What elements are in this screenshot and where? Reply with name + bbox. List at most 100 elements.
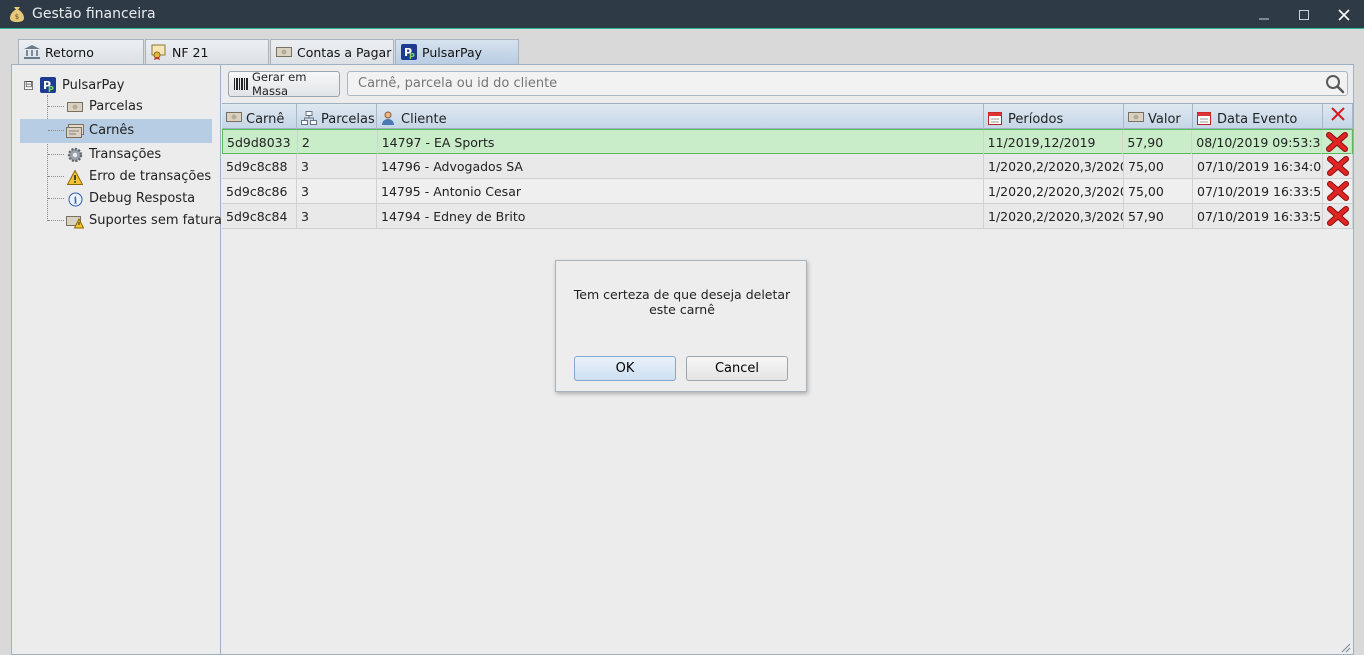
svg-text:P: P [409, 52, 415, 60]
cell-data-evento: 07/10/2019 16:34:00 [1193, 154, 1323, 178]
column-header-cliente[interactable]: Cliente [377, 104, 984, 129]
window-title: Gestão financeira [32, 6, 156, 22]
invoice-warning-icon [66, 213, 84, 229]
cell-cliente: 14797 - EA Sports [378, 130, 984, 154]
hierarchy-icon [301, 111, 317, 125]
delete-column-icon [1330, 106, 1346, 126]
calendar-icon [1197, 111, 1213, 125]
header-label: Data Evento [1217, 112, 1298, 127]
table-row[interactable]: 5d9c8c86 3 14795 - Antonio Cesar 1/2020,… [222, 179, 1353, 204]
gerar-em-massa-label: Gerar em Massa [252, 70, 307, 98]
cell-valor: 57,90 [1123, 130, 1193, 154]
gear-icon [66, 147, 84, 163]
tree-item-carnes[interactable]: Carnês [20, 119, 212, 143]
tab-pulsarpay[interactable]: PP PulsarPay [395, 39, 519, 64]
tree-item-label: Erro de transações [89, 169, 212, 184]
svg-text:$: $ [15, 13, 19, 21]
calendar-icon [988, 111, 1004, 125]
tree-connector [48, 176, 64, 177]
tree-item-debug-resposta[interactable]: i Debug Resposta [20, 187, 212, 211]
tree-connector [48, 130, 64, 131]
tab-contas-a-pagar[interactable]: Contas a Pagar [270, 39, 394, 64]
tree-item-label: Parcelas [89, 99, 143, 114]
column-header-periodos[interactable]: Períodos [984, 104, 1124, 129]
gerar-em-massa-button[interactable]: Gerar em Massa [228, 70, 340, 98]
cell-carne: 5d9c8c86 [222, 179, 297, 203]
maximize-icon[interactable] [1284, 0, 1324, 29]
search-box [347, 71, 1348, 96]
tree-connector [48, 198, 64, 199]
bill-icon [226, 111, 242, 125]
delete-icon[interactable] [1323, 154, 1353, 178]
tree-item-erro-de-transacoes[interactable]: Erro de transações [20, 165, 212, 189]
cell-valor: 75,00 [1124, 179, 1193, 203]
table-row[interactable]: 5d9d8033 2 14797 - EA Sports 11/2019,12/… [222, 129, 1353, 154]
svg-text:i: i [73, 196, 77, 206]
column-header-valor[interactable]: Valor [1124, 104, 1193, 129]
search-input[interactable] [358, 76, 1318, 91]
header-label: Carnê [246, 112, 285, 127]
cell-parcelas: 3 [297, 204, 377, 228]
table-row[interactable]: 5d9c8c88 3 14796 - Advogados SA 1/2020,2… [222, 154, 1353, 179]
cell-data-evento: 07/10/2019 16:33:57 [1193, 204, 1323, 228]
pulsarpay-icon: PP [400, 44, 418, 60]
delete-icon[interactable] [1323, 204, 1353, 228]
header-label: Parcelas [321, 112, 375, 127]
column-header-parcelas[interactable]: Parcelas [297, 104, 377, 129]
confirm-delete-dialog: Tem certeza de que deseja deletar este c… [555, 260, 807, 392]
tree-connector [48, 106, 64, 107]
cell-periodos: 1/2020,2/2020,3/2020 [984, 179, 1124, 203]
search-icon[interactable] [1325, 74, 1345, 94]
user-icon [381, 111, 397, 125]
column-header-delete[interactable] [1323, 104, 1353, 129]
tree-item-label: Suportes sem fatura [89, 213, 222, 228]
cell-periodos: 1/2020,2/2020,3/2020 [984, 154, 1124, 178]
delete-icon[interactable] [1322, 130, 1352, 154]
cell-parcelas: 2 [298, 130, 378, 154]
close-icon[interactable] [1324, 0, 1364, 29]
tree-item-suportes-sem-fatura[interactable]: Suportes sem fatura [20, 209, 222, 233]
bill-icon [1128, 111, 1144, 125]
tree-connector [48, 154, 64, 155]
cell-cliente: 14796 - Advogados SA [377, 154, 984, 178]
barcode-icon [234, 78, 248, 90]
cell-parcelas: 3 [297, 154, 377, 178]
table-body: 5d9d8033 2 14797 - EA Sports 11/2019,12/… [222, 129, 1353, 229]
cell-valor: 75,00 [1124, 154, 1193, 178]
column-header-carne[interactable]: Carnê [222, 104, 297, 129]
carnes-table: Carnê Parcelas Cliente Períodos Valor Da… [222, 103, 1353, 229]
cell-cliente: 14794 - Edney de Brito [377, 204, 984, 228]
cell-cliente: 14795 - Antonio Cesar [377, 179, 984, 203]
bill-icon [275, 44, 293, 60]
tab-label: Retorno [45, 44, 94, 60]
tab-nf21[interactable]: NF 21 [145, 39, 269, 64]
ok-button[interactable]: OK [574, 356, 676, 381]
column-header-data-evento[interactable]: Data Evento [1193, 104, 1323, 129]
tree-root-pulsarpay[interactable]: ⊟ PP PulsarPay [24, 77, 124, 94]
resize-grip-icon[interactable] [1341, 642, 1351, 653]
warning-icon [66, 169, 84, 185]
cell-carne: 5d9c8c88 [222, 154, 297, 178]
carne-icon [66, 123, 84, 139]
title-bar: $ Gestão financeira [0, 0, 1364, 29]
pulsarpay-icon: PP [40, 77, 56, 94]
cell-periodos: 11/2019,12/2019 [984, 130, 1124, 154]
delete-icon[interactable] [1323, 179, 1353, 203]
tab-label: NF 21 [172, 44, 209, 60]
navigation-tree: ⊟ PP PulsarPay Parcelas Carnês Transaçõe… [12, 65, 222, 654]
certificate-icon [150, 44, 168, 60]
tree-item-parcelas[interactable]: Parcelas [20, 95, 212, 119]
cell-data-evento: 07/10/2019 16:33:59 [1193, 179, 1323, 203]
tab-retorno[interactable]: Retorno [18, 39, 144, 64]
tab-label: Contas a Pagar [297, 44, 392, 60]
tree-item-label: Carnês [89, 123, 135, 138]
tree-item-label: Debug Resposta [89, 191, 196, 206]
tree-item-transacoes[interactable]: Transações [20, 143, 212, 167]
cancel-button[interactable]: Cancel [686, 356, 788, 381]
collapse-icon[interactable]: ⊟ [24, 80, 33, 90]
bill-icon [66, 99, 84, 115]
table-row[interactable]: 5d9c8c84 3 14794 - Edney de Brito 1/2020… [222, 204, 1353, 229]
minimize-icon[interactable] [1244, 0, 1284, 29]
svg-text:P: P [48, 85, 54, 93]
cell-valor: 57,90 [1124, 204, 1193, 228]
